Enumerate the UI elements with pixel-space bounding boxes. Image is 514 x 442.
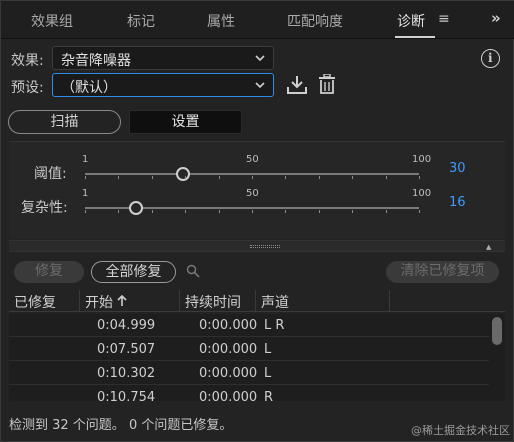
settings-button[interactable]: 设置 [129,110,242,134]
slider-tick [185,176,187,179]
cell-start: 0:07.507 [97,342,156,357]
scan-button[interactable]: 扫描 [8,110,121,134]
sort-ascending-icon[interactable] [117,295,127,307]
cell-start: 0:10.754 [97,390,156,401]
tab-effects-group[interactable]: 效果组 [31,11,73,31]
cell-duration: 0:00.000 [199,342,258,357]
slider-tick [118,210,120,213]
cell-duration: 0:00.000 [199,318,258,333]
preset-dropdown[interactable]: （默认） [52,73,274,97]
info-icon[interactable]: i [481,49,500,68]
watermark: @稀土掘金技术社区 [411,424,510,437]
slider-tick [85,176,86,179]
cell-channel: L [264,342,272,357]
preset-label: 预设: [11,80,44,96]
complexity-slider-thumb[interactable] [128,201,143,215]
issues-table: 0:04.999 0:00.000 L R 0:07.507 0:00.000 … [9,314,505,401]
table-row[interactable]: 0:10.302 0:00.000 L [9,362,489,385]
slider-tick [185,210,187,213]
effect-label: 效果: [11,53,44,69]
slider-tick [118,176,120,179]
table-scrollbar[interactable] [492,317,502,345]
complexity-max-label: 100 [412,188,432,199]
slider-tick [151,210,153,213]
cell-start: 0:04.999 [97,318,156,333]
slider-tick [385,176,387,179]
slider-tick [419,176,420,179]
slider-tick [318,176,320,179]
cell-channel: L [264,366,272,381]
splitter-grip-icon [250,245,280,248]
table-header: 已修复 开始 持续时间 声道 [9,290,505,312]
table-row[interactable]: 0:10.754 0:00.000 R [9,386,489,401]
clear-repaired-button[interactable]: 清除已修复项 [386,261,499,283]
threshold-slider-track[interactable] [85,173,419,175]
threshold-label: 阈值: [34,166,67,182]
chevron-down-icon [255,55,265,62]
diagnostics-panel: 效果组 标记 属性 匹配响度 诊断 ≡ » 效果: 杂音降噪器 i 预设: （默… [0,0,514,442]
collapse-arrow-icon[interactable]: ▲ [486,243,491,251]
slider-tick [252,210,253,213]
column-header-duration[interactable]: 持续时间 [185,292,241,312]
repair-button[interactable]: 修复 [14,261,84,283]
tab-markers[interactable]: 标记 [127,11,155,31]
overflow-chevron-icon[interactable]: » [491,9,501,27]
slider-tick [151,176,153,179]
slider-tick [218,210,220,213]
slider-tick [352,210,354,213]
column-header-channel[interactable]: 声道 [261,292,289,312]
tab-diagnostics[interactable]: 诊断 [397,11,425,31]
tab-bar: 效果组 标记 属性 匹配响度 诊断 ≡ » [1,1,514,39]
slider-tick [419,210,420,213]
threshold-mid-label: 50 [246,154,259,165]
cell-duration: 0:00.000 [199,390,258,401]
tab-properties[interactable]: 属性 [207,11,235,31]
slider-tick [318,210,320,213]
threshold-slider-thumb[interactable] [175,167,190,181]
column-header-repaired[interactable]: 已修复 [14,292,56,312]
slider-tick [285,210,287,213]
preset-value: （默认） [61,80,117,96]
search-icon[interactable] [186,264,200,278]
slider-tick [352,176,354,179]
effect-dropdown[interactable]: 杂音降噪器 [52,46,274,70]
table-row[interactable]: 0:07.507 0:00.000 L [9,338,489,361]
column-separator [255,290,256,312]
panel-splitter[interactable]: ▲ [9,240,505,252]
column-separator [79,290,80,312]
complexity-mid-label: 50 [246,188,259,199]
panel-menu-icon[interactable]: ≡ [438,11,450,27]
slider-tick [85,210,86,213]
active-tab-indicator [395,36,435,38]
chevron-down-icon [255,82,265,89]
slider-tick [385,210,387,213]
slider-tick [218,176,220,179]
threshold-min-label: 1 [82,154,89,165]
column-separator [179,290,180,312]
complexity-label: 复杂性: [21,200,68,216]
cell-channel: L R [264,318,285,333]
complexity-min-label: 1 [82,188,89,199]
effect-value: 杂音降噪器 [61,53,131,69]
threshold-max-label: 100 [412,154,432,165]
cell-duration: 0:00.000 [199,366,258,381]
table-row[interactable]: 0:04.999 0:00.000 L R [9,314,489,337]
delete-preset-icon[interactable] [318,74,336,95]
status-text: 检测到 32 个问题。 0 个问题已修复。 [9,418,233,433]
slider-tick [285,176,287,179]
repair-all-button[interactable]: 全部修复 [91,261,176,283]
cell-start: 0:10.302 [97,366,156,381]
slider-tick [252,176,253,179]
complexity-value[interactable]: 16 [449,195,466,210]
column-separator [389,290,390,312]
tab-match-loudness[interactable]: 匹配响度 [287,11,343,31]
save-preset-icon[interactable] [286,75,308,95]
threshold-value[interactable]: 30 [449,161,466,176]
column-header-start[interactable]: 开始 [85,292,113,312]
cell-channel: R [264,390,274,401]
settings-panel: 1 50 100 阈值: 30 1 50 100 复杂性: 16 [9,141,505,239]
